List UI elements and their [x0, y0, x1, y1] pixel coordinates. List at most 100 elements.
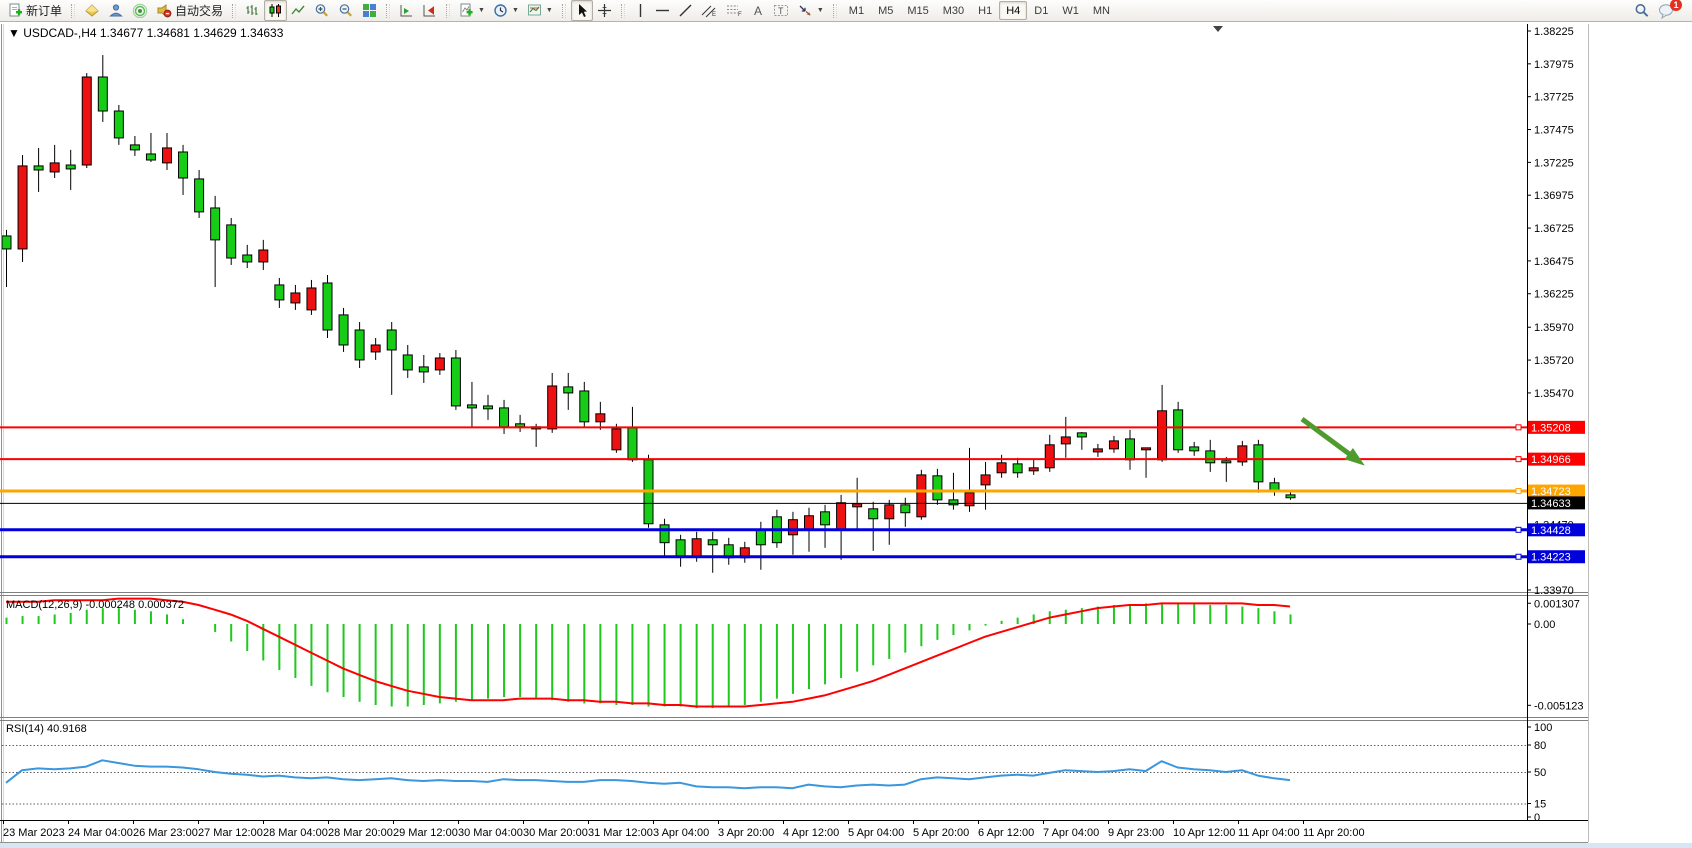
rsi-tick-label: 0	[1534, 812, 1540, 824]
metaeditor-icon	[84, 3, 100, 18]
candle-body	[708, 540, 717, 545]
trendline-button[interactable]	[674, 0, 697, 21]
candle-body	[1013, 464, 1022, 473]
time-tick-label: 11 Apr 20:00	[1303, 827, 1365, 839]
chart-title: ▼ USDCAD-,H4 1.34677 1.34681 1.34629 1.3…	[8, 26, 284, 40]
timeframe-button-M15[interactable]: M15	[900, 1, 935, 20]
price-tick-label: 1.35720	[1534, 355, 1574, 367]
candle-body	[692, 539, 701, 557]
candle-body	[821, 512, 830, 525]
templates-button[interactable]: ▼	[523, 0, 557, 21]
timeframe-button-M5[interactable]: M5	[871, 1, 900, 20]
crosshair-button[interactable]	[593, 0, 616, 21]
timeframe-button-W1[interactable]: W1	[1055, 1, 1086, 20]
candle-body	[18, 166, 27, 249]
autotrade-icon	[156, 3, 172, 18]
zoom-out-icon	[338, 3, 354, 18]
candle-body	[259, 250, 268, 262]
tile-windows-icon	[362, 3, 377, 18]
candle-body	[548, 386, 557, 429]
candle-body	[676, 540, 685, 557]
bar-chart-icon	[245, 3, 260, 18]
line-handle[interactable]	[1516, 425, 1521, 430]
rsi-label: RSI(14) 40.9168	[6, 723, 87, 735]
bar-chart-button[interactable]	[241, 0, 264, 21]
candle-body	[243, 255, 252, 262]
candle-body	[660, 525, 669, 543]
candle-body	[323, 283, 332, 330]
market-watch-button[interactable]	[104, 0, 128, 21]
arrows-icon	[797, 3, 813, 18]
signals-icon	[132, 3, 148, 18]
periods-button[interactable]: ▼	[489, 0, 523, 21]
candle-body	[949, 500, 958, 505]
equidistant-channel-button[interactable]: E	[697, 0, 722, 21]
chevron-down-icon: ▼	[512, 7, 519, 14]
price-tick-label: 1.35970	[1534, 322, 1574, 334]
candle-body	[997, 463, 1006, 473]
line-chart-button[interactable]	[287, 0, 310, 21]
candle-body	[211, 208, 220, 240]
price-tag-label: 1.34966	[1531, 454, 1571, 466]
text-button[interactable]: A	[747, 0, 769, 21]
svg-text:T: T	[778, 6, 784, 16]
horizontal-line-button[interactable]	[651, 0, 674, 21]
candle-chart-button[interactable]	[264, 0, 287, 21]
auto-trading-button[interactable]: 自动交易	[152, 0, 227, 21]
line-handle[interactable]	[1516, 527, 1521, 532]
search-icon[interactable]	[1634, 3, 1650, 19]
separator	[71, 4, 75, 18]
zoom-out-button[interactable]	[334, 0, 358, 21]
periods-icon	[493, 3, 508, 18]
timeframe-button-H1[interactable]: H1	[971, 1, 999, 20]
text-label-button[interactable]: T	[769, 0, 793, 21]
cursor-button[interactable]	[571, 0, 593, 21]
rsi-tick-label: 100	[1534, 722, 1552, 734]
arrows-tool-button[interactable]: ▼	[793, 0, 828, 21]
zoom-in-button[interactable]	[310, 0, 334, 21]
timeframe-button-MN[interactable]: MN	[1086, 1, 1117, 20]
chart-shift-button[interactable]	[395, 0, 418, 21]
svg-text:E: E	[712, 12, 716, 18]
timeframe-button-M30[interactable]: M30	[936, 1, 971, 20]
notifications-button[interactable]: 1	[1658, 3, 1676, 19]
market-watch-icon	[108, 3, 124, 18]
timeframe-button-D1[interactable]: D1	[1027, 1, 1055, 20]
candle-body	[1190, 447, 1199, 451]
new-order-button[interactable]: 新订单	[4, 0, 66, 21]
time-tick-label: 31 Mar 12:00	[588, 827, 653, 839]
candle-body	[146, 154, 155, 160]
signals-button[interactable]	[128, 0, 152, 21]
auto-trading-label: 自动交易	[175, 2, 223, 19]
candle-body	[1142, 448, 1151, 450]
candle-body	[1077, 433, 1086, 437]
candle-body	[612, 429, 621, 450]
vertical-line-button[interactable]	[630, 0, 651, 21]
line-handle[interactable]	[1516, 489, 1521, 494]
timeframe-button-H4[interactable]: H4	[999, 1, 1027, 20]
candle-body	[933, 476, 942, 500]
line-handle[interactable]	[1516, 554, 1521, 559]
candle-body	[339, 315, 348, 345]
text-label-icon: T	[773, 3, 789, 18]
price-tick-label: 1.33970	[1534, 585, 1574, 597]
rsi-tick-label: 50	[1534, 767, 1546, 779]
chart-canvas[interactable]: 1.382251.379751.377251.374751.372251.369…	[0, 0, 1692, 848]
auto-scroll-button[interactable]	[418, 0, 441, 21]
timeframe-button-M1[interactable]: M1	[842, 1, 871, 20]
candle-body	[580, 391, 589, 422]
candle-body	[451, 358, 460, 406]
cursor-icon	[575, 3, 589, 18]
fibonacci-button[interactable]: F	[722, 0, 747, 21]
fibonacci-icon: F	[726, 3, 743, 18]
time-tick-label: 27 Mar 12:00	[198, 827, 263, 839]
separator	[621, 4, 625, 18]
candle-body	[853, 504, 862, 507]
indicators-button[interactable]: ▼	[455, 0, 489, 21]
vline-icon	[634, 3, 647, 18]
tile-windows-button[interactable]	[358, 0, 381, 21]
metaeditor-button[interactable]	[80, 0, 104, 21]
candle-body	[917, 475, 926, 517]
line-handle[interactable]	[1516, 457, 1521, 462]
crosshair-icon	[597, 3, 612, 18]
